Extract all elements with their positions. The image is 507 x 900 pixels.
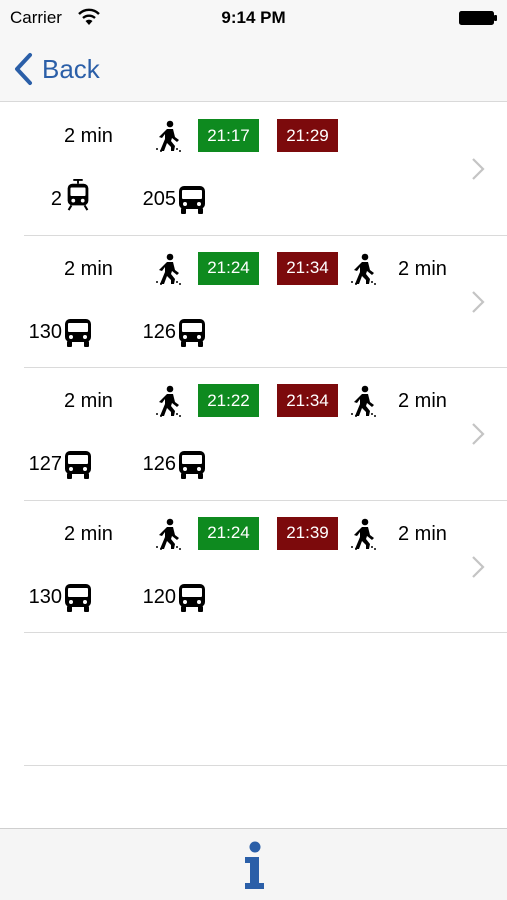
arrival-time-badge: 21:39 (277, 516, 338, 550)
chevron-right-icon (472, 158, 485, 180)
departure-time-badge: 21:24 (198, 251, 259, 285)
route-row[interactable]: 2 min 21:22 21:34 2 min 127 126 (0, 368, 507, 500)
arrival-time-badge: 21:34 (277, 251, 338, 285)
bus-icon (179, 186, 205, 214)
bus-icon (65, 318, 91, 347)
route-row[interactable]: 2 min 21:24 21:39 2 min 130 120 (0, 501, 507, 633)
status-bar: Carrier 9:14 PM (0, 0, 507, 36)
navigation-bar: Back (0, 36, 507, 102)
departure-time-badge: 21:17 (198, 119, 259, 152)
walk-before-duration: 2 min (64, 522, 113, 545)
walk-icon (156, 253, 181, 285)
walk-after-duration: 2 min (398, 390, 447, 412)
walk-icon (156, 385, 181, 417)
line-number: 120 (142, 585, 176, 608)
bus-icon (65, 583, 91, 612)
row-separator (24, 632, 507, 633)
walk-icon (351, 253, 376, 285)
walk-after-duration: 2 min (398, 257, 447, 280)
walk-icon (351, 518, 376, 550)
back-button[interactable]: Back (12, 50, 100, 88)
route-row[interactable]: 2 min 21:17 21:29 2 205 (0, 103, 507, 235)
walk-icon (156, 120, 181, 152)
bus-icon (179, 451, 205, 479)
info-icon[interactable] (238, 841, 270, 891)
chevron-right-icon (472, 290, 485, 313)
arrival-time-badge: 21:34 (277, 384, 338, 417)
bus-icon (65, 451, 91, 479)
walk-before-duration: 2 min (64, 257, 113, 280)
walk-after-duration: 2 min (398, 522, 447, 545)
line-number: 126 (142, 453, 176, 475)
chevron-left-icon (15, 53, 32, 85)
row-separator (24, 764, 507, 766)
tram-icon (67, 179, 89, 211)
arrival-time-badge: 21:29 (277, 119, 338, 152)
line-number: 127 (28, 453, 62, 475)
line-number: 126 (142, 320, 176, 343)
battery-icon (459, 11, 497, 25)
chevron-right-icon (472, 555, 485, 578)
bottom-toolbar (0, 828, 507, 900)
line-number: 2 (50, 188, 62, 210)
walk-before-duration: 2 min (64, 125, 113, 147)
walk-icon (351, 385, 376, 417)
route-row[interactable]: 2 min 21:24 21:34 2 min 130 126 (0, 236, 507, 368)
bus-icon (179, 318, 205, 347)
bus-icon (179, 583, 205, 612)
walk-before-duration: 2 min (64, 390, 113, 412)
departure-time-badge: 21:24 (198, 516, 259, 550)
back-label: Back (42, 53, 100, 84)
line-number: 205 (142, 188, 176, 210)
clock: 9:14 PM (221, 8, 286, 27)
chevron-right-icon (472, 423, 485, 445)
line-number: 130 (28, 320, 62, 343)
walk-icon (156, 518, 181, 550)
line-number: 130 (28, 585, 62, 608)
departure-time-badge: 21:22 (198, 384, 259, 417)
